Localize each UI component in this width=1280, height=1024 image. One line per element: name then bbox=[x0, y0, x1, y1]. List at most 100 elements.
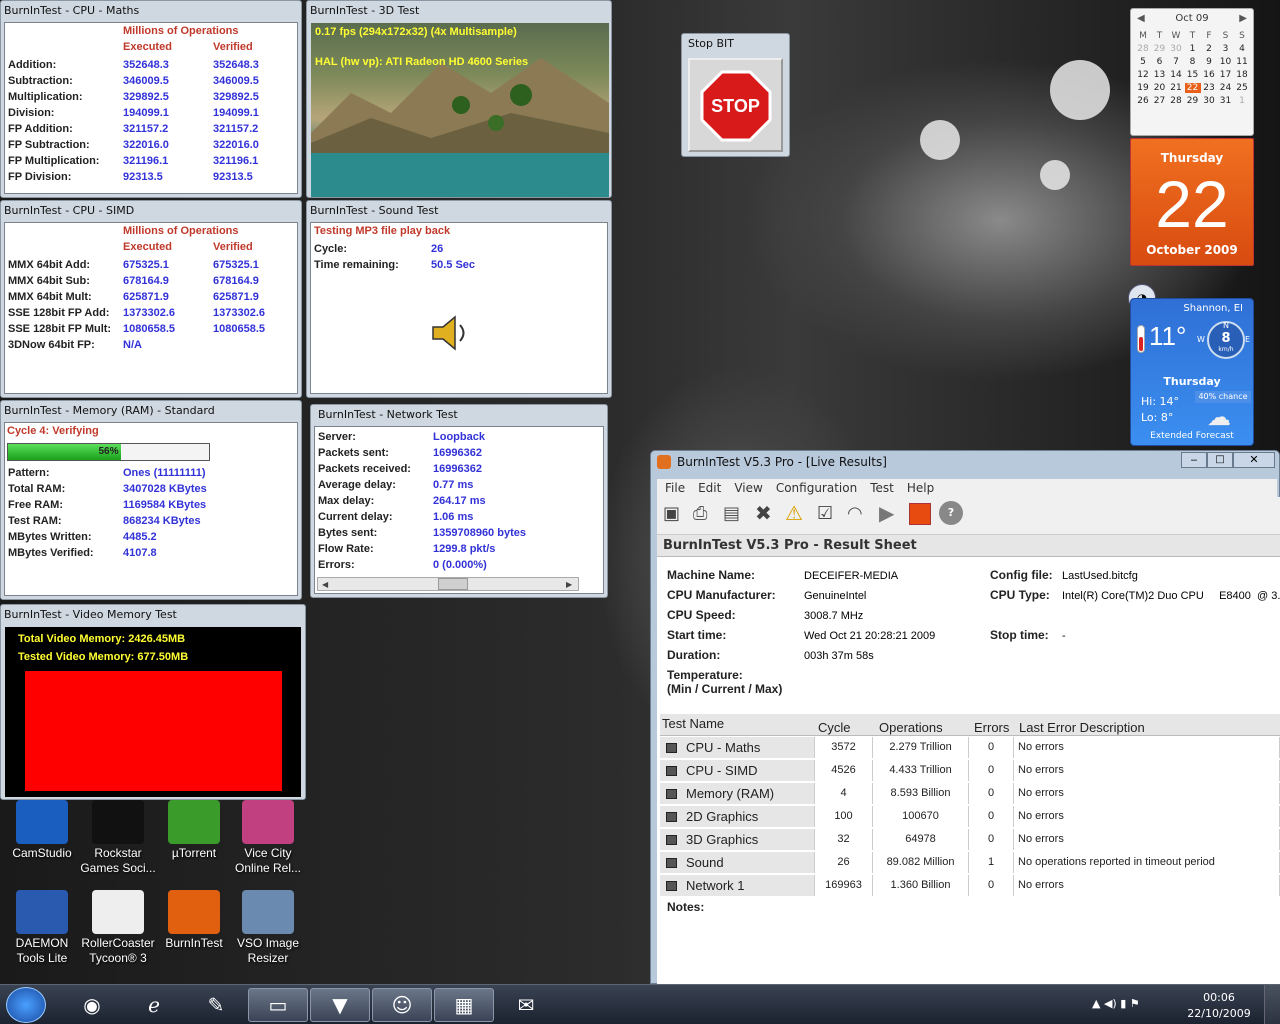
calendar-day[interactable]: 5 bbox=[1135, 57, 1151, 67]
calendar-day[interactable]: 16 bbox=[1201, 70, 1217, 80]
calendar-day[interactable]: 30 bbox=[1168, 44, 1184, 54]
show-desktop-button[interactable] bbox=[1264, 985, 1280, 1024]
stop-icon[interactable] bbox=[909, 503, 931, 525]
clock-time[interactable]: 00:06 bbox=[1184, 991, 1254, 1004]
desktop-icon-label[interactable]: Vice City Online Rel... bbox=[228, 846, 308, 876]
burnintest-taskbar-icon[interactable]: ▦ bbox=[434, 988, 494, 1022]
desktop-icon-label[interactable]: DAEMON Tools Lite bbox=[2, 936, 82, 966]
calendar-day[interactable]: 3 bbox=[1218, 44, 1234, 54]
video-memory-window[interactable]: BurnInTest - Video Memory Test Total Vid… bbox=[0, 604, 306, 800]
table-row[interactable]: Sound 26 89.082 Million 1 No operations repo… bbox=[660, 852, 1280, 874]
s-plus-icon[interactable]: ▼ bbox=[310, 988, 370, 1022]
scroll-thumb[interactable] bbox=[438, 578, 468, 590]
save-icon[interactable]: ▣ bbox=[663, 503, 685, 525]
desktop-icon-label[interactable]: RollerCoaster Tycoon® 3 bbox=[78, 936, 158, 966]
network-test-window[interactable]: BurnInTest - Network Test Server: Loopbac… bbox=[310, 404, 608, 598]
rockstar-icon[interactable] bbox=[92, 800, 144, 844]
start-button[interactable] bbox=[6, 987, 46, 1023]
stop-button[interactable]: STOP bbox=[688, 58, 783, 152]
stop-bit-window[interactable]: Stop BIT STOP bbox=[681, 33, 790, 157]
vicecity-icon[interactable] bbox=[242, 800, 294, 844]
table-row[interactable]: 3D Graphics 32 64978 0 No errors bbox=[660, 829, 1280, 851]
calendar-day[interactable]: 29 bbox=[1185, 96, 1201, 106]
print-icon[interactable]: ⎙ bbox=[693, 503, 715, 525]
calendar-day[interactable]: 30 bbox=[1201, 96, 1217, 106]
calendar-day[interactable]: 11 bbox=[1234, 57, 1250, 67]
cpu-simd-window[interactable]: BurnInTest - CPU - SIMD Millions of Oper… bbox=[0, 200, 302, 398]
table-row[interactable]: CPU - Maths 3572 2.279 Trillion 0 No errors bbox=[660, 737, 1280, 759]
calendar-day[interactable]: 8 bbox=[1185, 57, 1201, 67]
calendar-day[interactable]: 4 bbox=[1234, 44, 1250, 54]
calendar-day[interactable]: 18 bbox=[1234, 70, 1250, 80]
calendar-day[interactable]: 29 bbox=[1152, 44, 1168, 54]
calendar-day[interactable]: 7 bbox=[1168, 57, 1184, 67]
menu-item[interactable]: Edit bbox=[698, 481, 721, 495]
cpu-maths-window[interactable]: BurnInTest - CPU - Maths Millions of Ope… bbox=[0, 0, 302, 198]
calendar-day[interactable]: 6 bbox=[1152, 57, 1168, 67]
calendar-day[interactable]: 22 bbox=[1184, 83, 1201, 93]
calendar-day[interactable]: 1 bbox=[1185, 44, 1201, 54]
calendar-day[interactable]: 10 bbox=[1218, 57, 1234, 67]
calendar-day[interactable]: 28 bbox=[1135, 44, 1151, 54]
calendar-day[interactable]: 19 bbox=[1135, 83, 1151, 93]
desktop-icon-label[interactable]: BurnInTest bbox=[154, 936, 234, 951]
clock-date[interactable]: 22/10/2009 bbox=[1184, 1007, 1254, 1020]
extended-forecast-link[interactable]: Extended Forecast bbox=[1131, 431, 1253, 441]
calendar-day[interactable]: 14 bbox=[1168, 70, 1184, 80]
memory-window[interactable]: BurnInTest - Memory (RAM) - Standard Cyc… bbox=[0, 400, 302, 600]
explorer-icon[interactable]: ▭ bbox=[248, 988, 308, 1022]
calendar-day[interactable]: 23 bbox=[1201, 83, 1217, 93]
sound-test-window[interactable]: BurnInTest - Sound Test Testing MP3 file… bbox=[306, 200, 612, 398]
gauge-icon[interactable]: ◠ bbox=[847, 503, 869, 525]
calendar-day[interactable]: 9 bbox=[1201, 57, 1217, 67]
table-row[interactable]: Network 1 169963 1.360 Billion 0 No errors bbox=[660, 875, 1280, 897]
clipboard-icon[interactable]: ▤ bbox=[723, 503, 745, 525]
close-button[interactable]: ✕ bbox=[1233, 452, 1275, 468]
calendar-day[interactable]: 25 bbox=[1234, 83, 1250, 93]
menu-item[interactable]: Help bbox=[907, 481, 934, 495]
minimize-button[interactable]: ‒ bbox=[1181, 452, 1207, 468]
network-scrollbar[interactable]: ◀ ▶ bbox=[317, 577, 579, 591]
camstudio-icon[interactable] bbox=[16, 800, 68, 844]
calendar-day[interactable]: 17 bbox=[1218, 70, 1234, 80]
firefox-icon[interactable]: ◉ bbox=[62, 988, 122, 1022]
menu-item[interactable]: View bbox=[734, 481, 762, 495]
calendar-day[interactable]: 20 bbox=[1152, 83, 1168, 93]
desktop-icon-label[interactable]: µTorrent bbox=[154, 846, 234, 861]
calendar-day[interactable]: 1 bbox=[1234, 96, 1250, 106]
calendar-day[interactable]: 2 bbox=[1201, 44, 1217, 54]
internet-explorer-icon[interactable]: ℯ bbox=[124, 988, 184, 1022]
help-icon[interactable]: ? bbox=[939, 501, 963, 525]
gtalk-icon[interactable]: ✉ bbox=[496, 988, 556, 1022]
calendar-day[interactable]: 24 bbox=[1218, 83, 1234, 93]
burnintest-icon[interactable] bbox=[168, 890, 220, 934]
scroll-left-icon[interactable]: ◀ bbox=[322, 580, 330, 589]
checklist-icon[interactable]: ☑ bbox=[817, 503, 839, 525]
rollercoaster-icon[interactable] bbox=[92, 890, 144, 934]
scroll-right-icon[interactable]: ▶ bbox=[566, 580, 574, 589]
table-row[interactable]: 2D Graphics 100 100670 0 No errors bbox=[660, 806, 1280, 828]
desktop-icon-label[interactable]: CamStudio bbox=[2, 846, 82, 861]
warning-icon[interactable]: ⚠ bbox=[785, 501, 807, 525]
vso-icon[interactable] bbox=[242, 890, 294, 934]
calendar-day[interactable]: 27 bbox=[1152, 96, 1168, 106]
app-icon[interactable]: ✎ bbox=[186, 988, 246, 1022]
calendar-day[interactable]: 21 bbox=[1168, 83, 1184, 93]
next-month-icon[interactable]: ▶ bbox=[1239, 13, 1247, 24]
play-icon[interactable]: ▶ bbox=[879, 501, 901, 525]
weather-gadget[interactable]: ◔ Shannon, EI 11° N 8 km/h W E Thursday … bbox=[1128, 284, 1256, 446]
table-row[interactable]: CPU - SIMD 4526 4.433 Trillion 0 No errors bbox=[660, 760, 1280, 782]
3d-test-window[interactable]: BurnInTest - 3D Test 0.17 fps (294x172x3… bbox=[306, 0, 612, 198]
desktop-icon-label[interactable]: Rockstar Games Soci... bbox=[78, 846, 158, 876]
menu-item[interactable]: Configuration bbox=[776, 481, 857, 495]
calendar-day[interactable]: 15 bbox=[1185, 70, 1201, 80]
calendar-day[interactable]: 12 bbox=[1135, 70, 1151, 80]
clear-icon[interactable]: ✖ bbox=[755, 501, 777, 525]
calendar-day[interactable]: 26 bbox=[1135, 96, 1151, 106]
menu-item[interactable]: File bbox=[665, 481, 685, 495]
calendar-gadget[interactable]: ◀ Oct 09 ▶ M T W T F S S 28 29 30 1 2 3 4 5 6 7 8 9 10 11 12 1… bbox=[1130, 8, 1254, 266]
calendar-day[interactable]: 13 bbox=[1152, 70, 1168, 80]
tray-icons[interactable]: ▲ ◀) ▮ ⚑ bbox=[1092, 997, 1140, 1010]
calendar-day[interactable]: 31 bbox=[1218, 96, 1234, 106]
calendar-day[interactable]: 28 bbox=[1168, 96, 1184, 106]
